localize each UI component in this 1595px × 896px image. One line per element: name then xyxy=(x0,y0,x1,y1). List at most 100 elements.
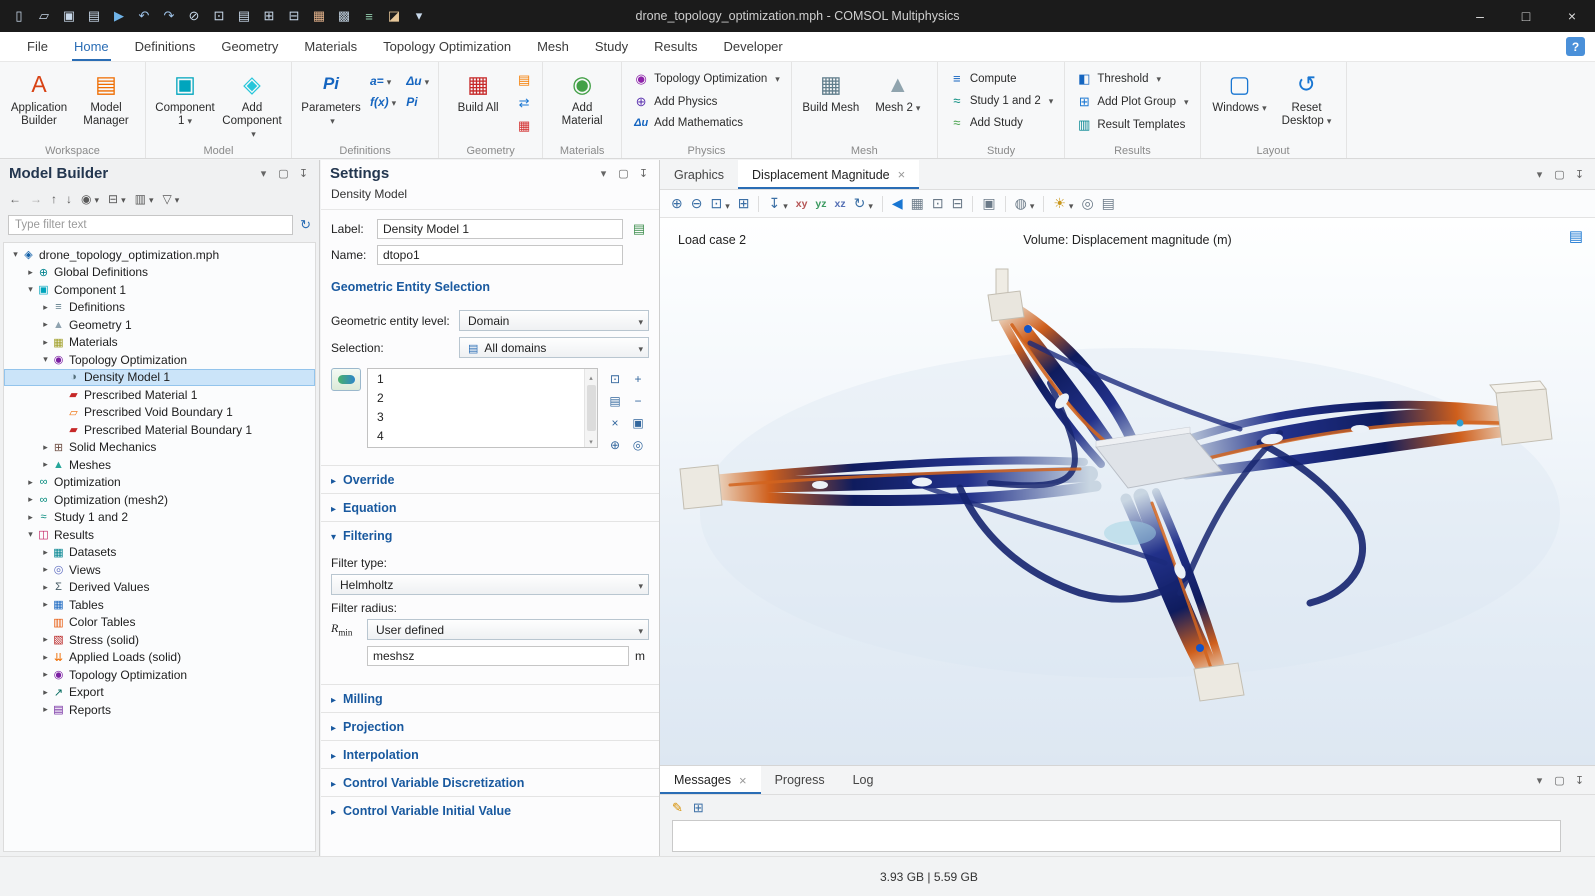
grid-toggle-icon[interactable]: ▦ xyxy=(908,193,927,214)
scroll-up-icon[interactable] xyxy=(589,369,593,383)
delete-sequence-button[interactable]: ▦ xyxy=(513,116,535,136)
filter-radius-input[interactable] xyxy=(367,646,629,666)
camera-icon[interactable]: ◎ xyxy=(1078,193,1096,214)
filter-type-select[interactable]: Helmholtz xyxy=(331,574,649,595)
section-control-variable-discretization[interactable]: Control Variable Discretization xyxy=(321,768,659,796)
view-options-icon[interactable]: ▥ xyxy=(132,191,157,207)
open-file-icon[interactable]: ▱ xyxy=(33,5,55,27)
new-file-icon[interactable]: ▯ xyxy=(8,5,30,27)
qat-plot-icon[interactable]: ◪ xyxy=(383,5,405,27)
float-panel-icon[interactable]: ▢ xyxy=(1553,774,1566,787)
collapse-all-icon[interactable]: ⊟ xyxy=(105,191,129,207)
chevron-right-icon[interactable]: ▸ xyxy=(40,564,51,575)
dock-panel-icon[interactable]: ↧ xyxy=(1573,774,1586,787)
tree-item-prescribed-void-boundary-1[interactable]: ▱Prescribed Void Boundary 1 xyxy=(4,404,315,422)
save-as-icon[interactable]: ▤ xyxy=(83,5,105,27)
tree-item-geometry-1[interactable]: ▸▲Geometry 1 xyxy=(4,316,315,334)
panel-menu-icon[interactable]: ▾ xyxy=(1533,774,1546,787)
chevron-right-icon[interactable]: ▸ xyxy=(40,669,51,680)
section-control-variable-initial-value[interactable]: Control Variable Initial Value xyxy=(321,796,659,824)
ribbon-study-1-and-2-button[interactable]: ≈Study 1 and 2 xyxy=(945,91,1058,110)
chevron-right-icon[interactable]: ▸ xyxy=(40,652,51,663)
section-interpolation[interactable]: Interpolation xyxy=(321,740,659,768)
ribbon-parameter-case-button[interactable]: Pi xyxy=(406,95,429,109)
move-up-icon[interactable]: ↑ xyxy=(48,191,60,207)
chevron-right-icon[interactable]: ▸ xyxy=(25,494,36,505)
tree-item-global-definitions[interactable]: ▸⊕Global Definitions xyxy=(4,264,315,282)
ribbon-threshold-button[interactable]: ◧Threshold xyxy=(1072,69,1192,89)
chevron-right-icon[interactable]: ▸ xyxy=(25,267,36,278)
scroll-down-icon[interactable] xyxy=(589,433,593,447)
minimize-button[interactable]: – xyxy=(1457,0,1503,32)
tab-displacement-magnitude[interactable]: Displacement Magnitude xyxy=(738,160,919,189)
messages-table-icon[interactable]: ⊞ xyxy=(693,800,704,816)
messages-output[interactable] xyxy=(672,820,1561,852)
tree-item-drone-topology-optimization-mph[interactable]: ▾◈drone_topology_optimization.mph xyxy=(4,246,315,264)
tree-item-topology-optimization[interactable]: ▸◉Topology Optimization xyxy=(4,666,315,684)
menu-tab-results[interactable]: Results xyxy=(641,32,710,61)
paste-icon[interactable]: ▤ xyxy=(233,5,255,27)
filter-icon[interactable]: ▽ xyxy=(159,191,182,207)
menu-tab-mesh[interactable]: Mesh xyxy=(524,32,582,61)
menu-tab-developer[interactable]: Developer xyxy=(710,32,795,61)
ribbon-add-component-button[interactable]: ◈Add Component xyxy=(220,64,284,141)
chevron-right-icon[interactable]: ▸ xyxy=(40,704,51,715)
chevron-right-icon[interactable]: ▸ xyxy=(25,512,36,523)
selection-select[interactable]: All domains xyxy=(459,337,649,358)
zoom-in-icon[interactable]: ⊕ xyxy=(668,193,686,214)
panel-menu-icon[interactable]: ▾ xyxy=(1533,168,1546,181)
menu-tab-study[interactable]: Study xyxy=(582,32,641,61)
xz-view-icon[interactable]: xz xyxy=(832,196,849,212)
remove-from-selection-icon[interactable]: − xyxy=(627,390,649,411)
ribbon-model-manager-button[interactable]: ▤Model Manager xyxy=(74,64,138,128)
qat-build-all-icon[interactable]: ▦ xyxy=(308,5,330,27)
ribbon-compute-button[interactable]: ≡Compute xyxy=(945,69,1058,88)
help-icon[interactable] xyxy=(1566,37,1585,56)
menu-tab-definitions[interactable]: Definitions xyxy=(122,32,209,61)
tree-item-density-model-1[interactable]: ◑Density Model 1 xyxy=(4,369,315,387)
section-projection[interactable]: Projection xyxy=(321,712,659,740)
ribbon-result-templates-button[interactable]: ▥Result Templates xyxy=(1072,115,1192,135)
run-icon[interactable]: ▶ xyxy=(108,5,130,27)
tree-item-color-tables[interactable]: ▥Color Tables xyxy=(4,614,315,632)
tree-item-meshes[interactable]: ▸▲Meshes xyxy=(4,456,315,474)
yz-view-icon[interactable]: yz xyxy=(812,196,829,212)
chevron-right-icon[interactable]: ▸ xyxy=(40,599,51,610)
default-view-icon[interactable]: ↧ xyxy=(765,193,790,214)
ribbon-functions-button[interactable]: f(x) xyxy=(370,95,396,109)
back-icon[interactable]: ← xyxy=(6,191,24,207)
qat-compute-icon[interactable]: ≡ xyxy=(358,5,380,27)
tree-item-prescribed-material-1[interactable]: ▰Prescribed Material 1 xyxy=(4,386,315,404)
copy-icon[interactable]: ⊡ xyxy=(208,5,230,27)
close-tab-icon[interactable] xyxy=(739,773,747,788)
ribbon-add-study-button[interactable]: ≈Add Study xyxy=(945,113,1058,132)
clear-messages-icon[interactable]: ✎ xyxy=(672,800,683,816)
ribbon-add-material-button[interactable]: ◉Add Material xyxy=(550,64,614,128)
chevron-right-icon[interactable]: ▸ xyxy=(40,442,51,453)
tree-item-component-1[interactable]: ▾▣Component 1 xyxy=(4,281,315,299)
section-filtering[interactable]: Filtering xyxy=(321,521,659,549)
zoom-out-icon[interactable]: ⊖ xyxy=(688,193,706,214)
ribbon-mesh-2-button[interactable]: ▲Mesh 2 xyxy=(866,64,930,115)
menu-tab-file[interactable]: File xyxy=(14,32,61,61)
print-icon[interactable]: ▤ xyxy=(1099,193,1118,214)
snapshot-icon[interactable]: ⊡ xyxy=(929,193,947,214)
ribbon-topology-optimization-button[interactable]: ◉Topology Optimization xyxy=(629,69,784,89)
ribbon-add-mathematics-button[interactable]: ΔuAdd Mathematics xyxy=(629,115,784,131)
tab-log[interactable]: Log xyxy=(839,766,888,794)
domain-item-4[interactable]: 4 xyxy=(368,426,597,445)
ribbon-add-physics-button[interactable]: ⊕Add Physics xyxy=(629,92,784,112)
rotate-icon[interactable]: ↻ xyxy=(851,193,876,214)
ribbon-application-builder-button[interactable]: AApplication Builder xyxy=(7,64,71,128)
ribbon-build-mesh-button[interactable]: ▦Build Mesh xyxy=(799,64,863,115)
chevron-right-icon[interactable]: ▸ xyxy=(40,302,51,313)
undo-icon[interactable]: ↶ xyxy=(133,5,155,27)
section-override[interactable]: Override xyxy=(321,465,659,493)
redo-icon[interactable]: ↷ xyxy=(158,5,180,27)
domain-item-1[interactable]: 1 xyxy=(368,369,597,388)
geometric-entity-level-select[interactable]: Domain xyxy=(459,310,649,331)
tree-item-optimization[interactable]: ▸∞Optimization xyxy=(4,474,315,492)
chevron-right-icon[interactable]: ▸ xyxy=(40,634,51,645)
tree-item-prescribed-material-boundary-1[interactable]: ▰Prescribed Material Boundary 1 xyxy=(4,421,315,439)
chevron-down-icon[interactable]: ▾ xyxy=(25,284,36,295)
